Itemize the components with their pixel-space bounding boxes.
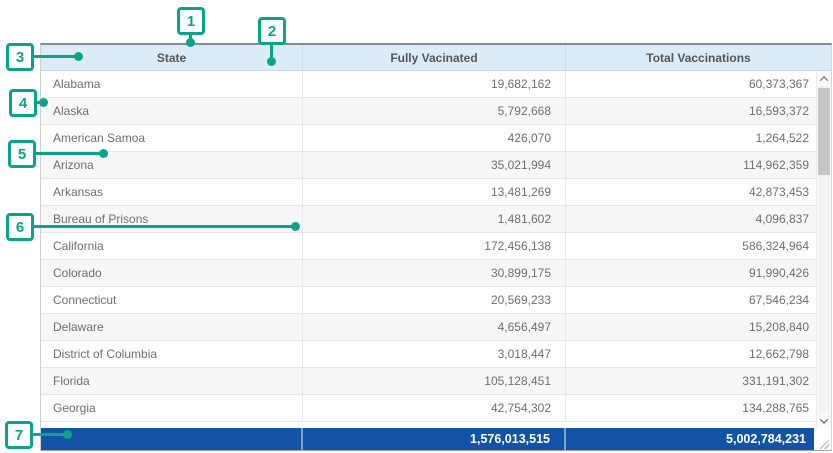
table-row[interactable]: Arizona35,021,994114,962,359 xyxy=(41,152,831,179)
table-row[interactable]: Bureau of Prisons1,481,6024,096,837 xyxy=(41,206,831,233)
table-row[interactable]: Arkansas13,481,26942,873,453 xyxy=(41,179,831,206)
table-row[interactable]: District of Columbia3,018,44712,662,798 xyxy=(41,341,831,368)
resize-grip-icon[interactable] xyxy=(820,440,829,449)
fully-vaccinated-cell: 13,481,269 xyxy=(303,179,566,205)
table-row[interactable]: Colorado30,899,17591,990,426 xyxy=(41,260,831,287)
fully-vaccinated-cell: 4,656,497 xyxy=(303,314,566,340)
callout-2-dot xyxy=(267,57,276,66)
table-row[interactable]: Connecticut20,569,23367,546,234 xyxy=(41,287,831,314)
fully-vaccinated-cell: 172,456,138 xyxy=(303,233,566,259)
scrollbar-thumb[interactable] xyxy=(818,88,830,175)
callout-7-badge: 7 xyxy=(5,421,33,449)
scroll-up-button[interactable] xyxy=(817,71,831,86)
vaccination-table: State Fully Vacinated Total Vaccinations… xyxy=(40,43,832,451)
state-cell: Florida xyxy=(41,368,303,394)
callout-5-badge: 5 xyxy=(8,140,36,168)
table-row[interactable]: American Samoa426,0701,264,522 xyxy=(41,125,831,152)
totals-row: 1,576,013,515 5,002,784,231 xyxy=(41,428,814,450)
total-vaccinations-cell: 91,990,426 xyxy=(566,260,831,286)
fully-vaccinated-cell: 20,569,233 xyxy=(303,287,566,313)
callout-3-connector xyxy=(34,55,75,58)
callout-6-connector xyxy=(34,225,293,228)
totals-state-cell xyxy=(41,428,303,450)
total-vaccinations-cell: 4,096,837 xyxy=(566,206,831,232)
table-row[interactable]: California172,456,138586,324,964 xyxy=(41,233,831,260)
total-vaccinations-cell: 1,264,522 xyxy=(566,125,831,151)
state-cell: Arizona xyxy=(41,152,303,178)
callout-5-connector xyxy=(36,152,101,155)
callout-2-badge: 2 xyxy=(258,17,286,45)
fully-vaccinated-cell: 3,018,447 xyxy=(303,341,566,367)
callout-5-dot xyxy=(99,149,108,158)
state-cell: California xyxy=(41,233,303,259)
table-row[interactable]: Alabama19,682,16260,373,367 xyxy=(41,71,831,98)
fully-vaccinated-cell: 105,128,451 xyxy=(303,368,566,394)
table-footer: 1,576,013,515 5,002,784,231 xyxy=(41,428,831,450)
state-cell: Colorado xyxy=(41,260,303,286)
total-vaccinations-cell: 331,191,302 xyxy=(566,368,831,394)
total-vaccinations-cell: 134,288,765 xyxy=(566,395,831,421)
state-cell: Connecticut xyxy=(41,287,303,313)
fully-vaccinated-cell: 35,021,994 xyxy=(303,152,566,178)
total-vaccinations-cell: 60,373,367 xyxy=(566,71,831,97)
table-row[interactable]: Florida105,128,451331,191,302 xyxy=(41,368,831,395)
chevron-up-icon xyxy=(820,76,828,84)
fully-vaccinated-cell: 42,754,302 xyxy=(303,395,566,421)
total-vaccinations-cell: 42,873,453 xyxy=(566,179,831,205)
totals-total-vaccinations: 5,002,784,231 xyxy=(566,428,814,450)
callout-3-dot xyxy=(74,52,83,61)
table-row[interactable]: Alaska5,792,66816,593,372 xyxy=(41,98,831,125)
column-header-fully-vaccinated: Fully Vacinated xyxy=(303,45,566,70)
state-cell: Bureau of Prisons xyxy=(41,206,303,232)
state-cell: Georgia xyxy=(41,395,303,421)
state-cell: Arkansas xyxy=(41,179,303,205)
total-vaccinations-cell: 67,546,234 xyxy=(566,287,831,313)
table-header-row: State Fully Vacinated Total Vaccinations xyxy=(41,45,831,71)
callout-6-dot xyxy=(291,222,300,231)
table-body: Alabama19,682,16260,373,367Alaska5,792,6… xyxy=(41,71,831,428)
fully-vaccinated-cell: 30,899,175 xyxy=(303,260,566,286)
state-cell: Alabama xyxy=(41,71,303,97)
callout-3-badge: 3 xyxy=(6,43,34,71)
total-vaccinations-cell: 12,662,798 xyxy=(566,341,831,367)
state-cell: District of Columbia xyxy=(41,341,303,367)
callout-1-dot xyxy=(186,38,195,47)
scroll-down-button[interactable] xyxy=(817,413,831,428)
total-vaccinations-cell: 15,208,840 xyxy=(566,314,831,340)
callout-1-badge: 1 xyxy=(177,7,205,35)
totals-fully-vaccinated: 1,576,013,515 xyxy=(303,428,566,450)
fully-vaccinated-cell: 19,682,162 xyxy=(303,71,566,97)
callout-6-badge: 6 xyxy=(6,213,34,241)
vertical-scrollbar[interactable] xyxy=(816,71,831,428)
table-row[interactable]: Georgia42,754,302134,288,765 xyxy=(41,395,831,422)
total-vaccinations-cell: 586,324,964 xyxy=(566,233,831,259)
callout-4-dot xyxy=(39,98,48,107)
state-cell: Delaware xyxy=(41,314,303,340)
callout-7-dot xyxy=(63,430,72,439)
callout-4-badge: 4 xyxy=(9,89,37,117)
table-row[interactable]: Delaware4,656,49715,208,840 xyxy=(41,314,831,341)
total-vaccinations-cell: 16,593,372 xyxy=(566,98,831,124)
chevron-down-icon xyxy=(820,415,828,423)
callout-7-connector xyxy=(33,433,65,436)
fully-vaccinated-cell: 5,792,668 xyxy=(303,98,566,124)
column-header-total-vaccinations: Total Vaccinations xyxy=(566,45,831,70)
fully-vaccinated-cell: 426,070 xyxy=(303,125,566,151)
state-cell: Alaska xyxy=(41,98,303,124)
total-vaccinations-cell: 114,962,359 xyxy=(566,152,831,178)
dashboard-table-screenshot: State Fully Vacinated Total Vaccinations… xyxy=(0,0,833,453)
fully-vaccinated-cell: 1,481,602 xyxy=(303,206,566,232)
state-cell: American Samoa xyxy=(41,125,303,151)
